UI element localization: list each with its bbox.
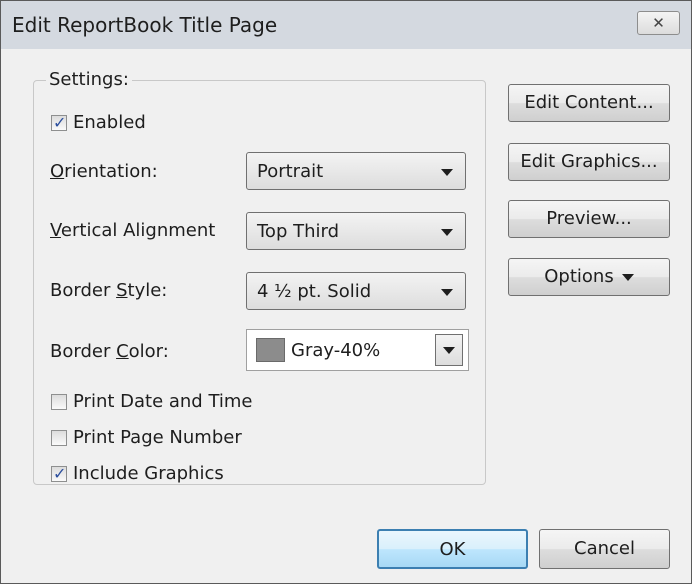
border-color-label: Border Color: [50,341,169,362]
orientation-label: Orientation: [50,161,158,182]
print-date-time-checkbox[interactable] [51,394,67,410]
border-style-label: Border Style: [50,280,168,301]
print-page-number-label[interactable]: Print Page Number [73,427,242,448]
enabled-label[interactable]: Enabled [73,112,146,133]
print-date-time-label[interactable]: Print Date and Time [73,391,253,412]
check-icon: ✓ [53,464,67,483]
preview-button[interactable]: Preview... [508,200,670,238]
dialog-window: Edit ReportBook Title Page ✕ Settings: ✓… [0,0,692,584]
cancel-button[interactable]: Cancel [539,529,670,569]
vertical-alignment-value: Top Third [257,221,340,242]
dialog-body: Settings: ✓ Enabled Orientation: Portrai… [1,49,691,583]
border-color-value: Gray-40% [291,340,381,361]
chevron-down-icon [443,347,455,354]
settings-group-title: Settings: [46,69,132,90]
edit-content-button[interactable]: Edit Content... [508,84,670,122]
print-page-number-checkbox[interactable] [51,430,67,446]
border-style-value: 4 ½ pt. Solid [257,281,372,302]
orientation-value: Portrait [257,161,324,182]
enabled-checkbox[interactable]: ✓ [51,113,67,132]
edit-graphics-button[interactable]: Edit Graphics... [508,143,670,181]
chevron-down-icon [621,273,634,281]
chevron-down-icon [441,289,453,296]
options-button[interactable]: Options [508,258,670,296]
include-graphics-label[interactable]: Include Graphics [73,463,224,484]
border-color-dropdown[interactable]: Gray-40% [246,329,469,371]
color-swatch [256,338,285,362]
chevron-down-icon [441,229,453,236]
ok-button[interactable]: OK [377,529,528,569]
vertical-alignment-label: Vertical Alignment [50,220,216,241]
include-graphics-checkbox[interactable]: ✓ [51,464,67,483]
orientation-dropdown[interactable]: Portrait [246,152,466,190]
options-label: Options [544,266,614,287]
title-bar[interactable]: Edit ReportBook Title Page ✕ [1,1,691,49]
window-title: Edit ReportBook Title Page [12,13,278,37]
close-icon: ✕ [652,14,665,32]
vertical-alignment-dropdown[interactable]: Top Third [246,212,466,250]
close-button[interactable]: ✕ [637,11,680,35]
border-style-dropdown[interactable]: 4 ½ pt. Solid [246,272,466,310]
chevron-down-icon [441,169,453,176]
border-color-dropdown-button[interactable] [435,334,463,366]
check-icon: ✓ [53,113,67,132]
